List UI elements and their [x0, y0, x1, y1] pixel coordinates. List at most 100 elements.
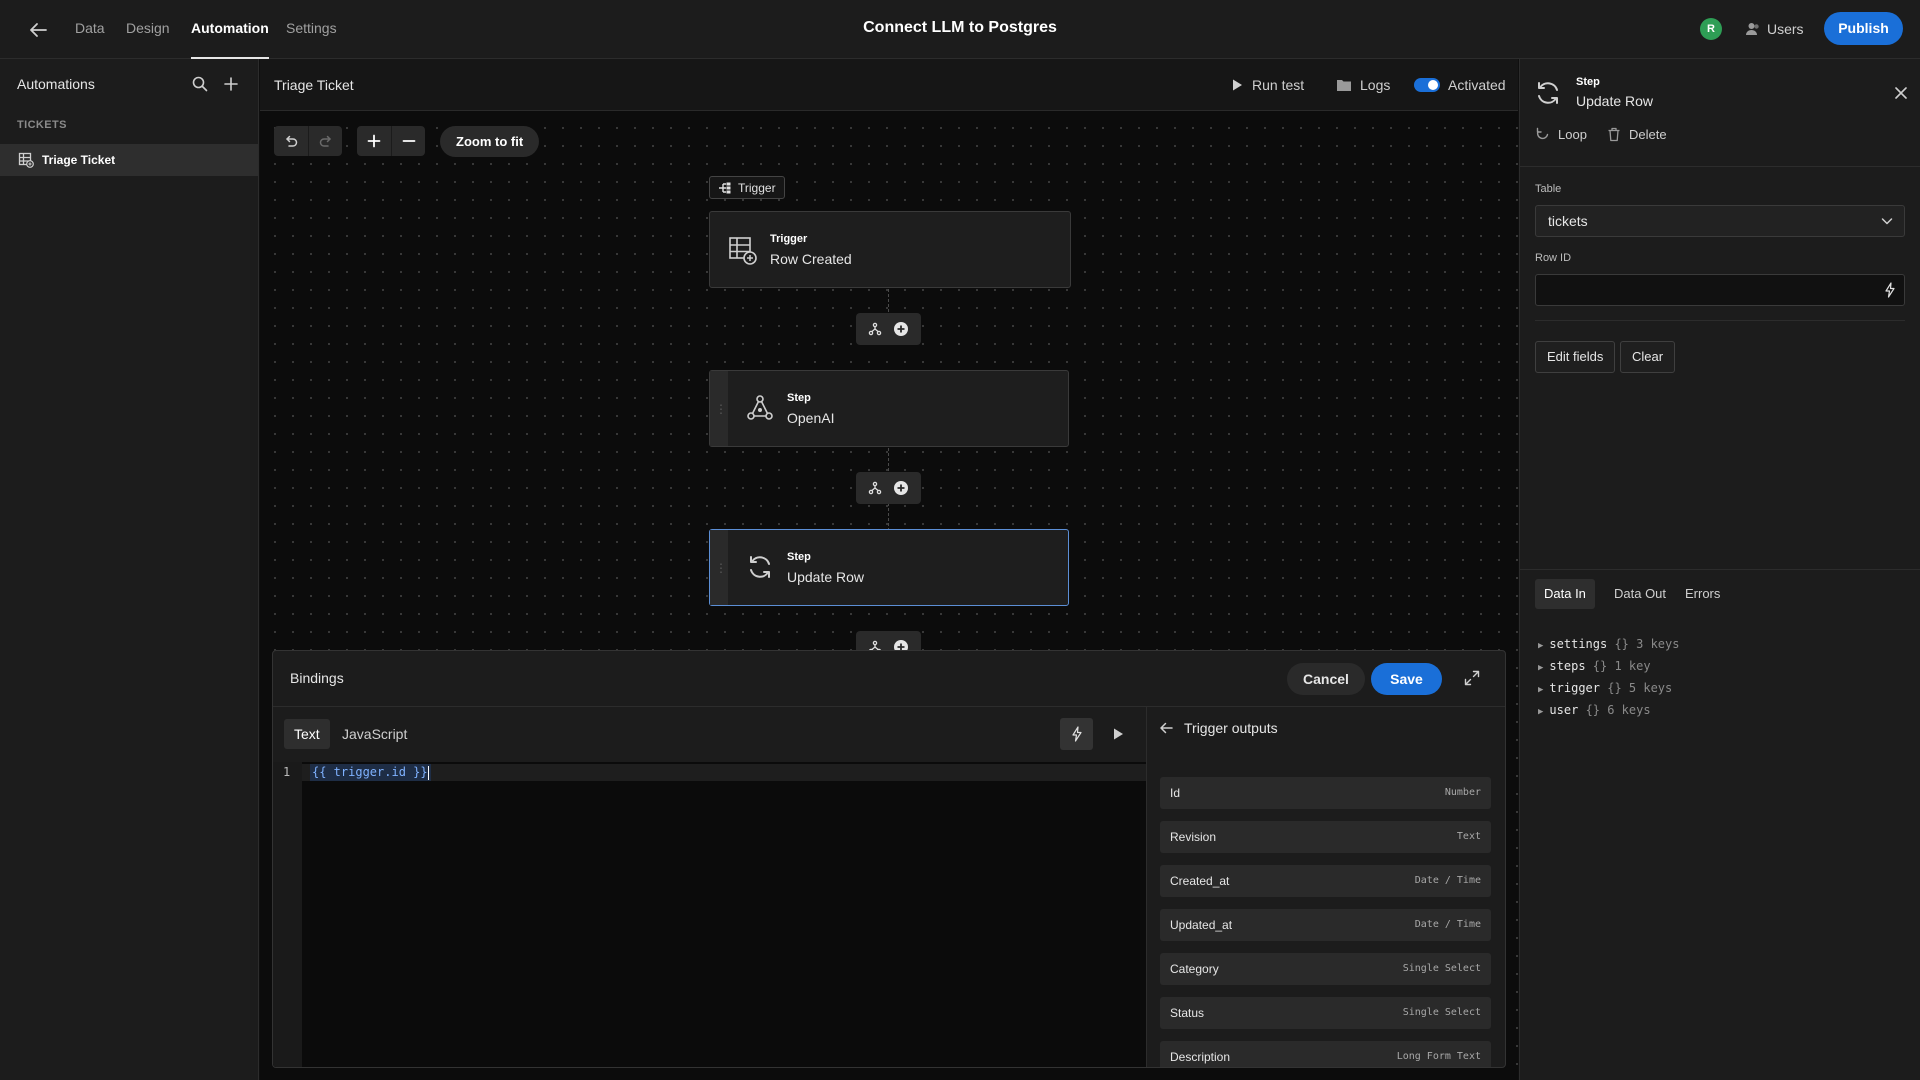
cancel-button[interactable]: Cancel	[1287, 663, 1365, 695]
nav-tab-data[interactable]: Data	[75, 0, 105, 59]
undo-icon	[283, 133, 299, 149]
expand-icon[interactable]	[1463, 669, 1481, 687]
branch-icon[interactable]	[868, 481, 882, 495]
output-row[interactable]: Updated_at Date / Time	[1160, 909, 1491, 941]
zoom-out-button[interactable]	[391, 126, 425, 156]
tree-row[interactable]: ▶ steps {} 1 key	[1538, 659, 1651, 673]
automations-sidebar: Automations TICKETS Triage Ticket	[0, 59, 259, 1080]
output-name: Category	[1170, 962, 1219, 976]
trash-icon	[1607, 127, 1621, 142]
close-icon[interactable]	[1893, 85, 1909, 101]
run-test-button[interactable]: Run test	[1230, 75, 1304, 95]
step-config-panel: Step Update Row Loop Delete Table ticket…	[1519, 59, 1920, 1080]
node-kind-label: Trigger	[770, 233, 808, 245]
output-row[interactable]: Revision Text	[1160, 821, 1491, 853]
output-row[interactable]: Category Single Select	[1160, 953, 1491, 985]
table-select[interactable]: tickets	[1535, 205, 1905, 237]
line-number: 1	[283, 765, 291, 779]
nav-tab-settings[interactable]: Settings	[286, 0, 337, 59]
bindings-panel: Bindings Cancel Save Text JavaScript 1 {…	[272, 650, 1506, 1068]
tree-row[interactable]: ▶ settings {} 3 keys	[1538, 637, 1679, 651]
output-type: Long Form Text	[1396, 1051, 1481, 1062]
expand-arrow-icon: ▶	[1538, 663, 1544, 673]
tab-data-out[interactable]: Data Out	[1605, 579, 1675, 609]
zoom-in-button[interactable]	[357, 126, 391, 156]
divider	[1520, 569, 1920, 570]
play-icon	[1230, 78, 1244, 92]
publish-button[interactable]: Publish	[1824, 12, 1903, 45]
lightning-icon	[1071, 726, 1083, 742]
code-line[interactable]: {{ trigger.id }}	[310, 764, 431, 781]
loop-icon	[1535, 127, 1550, 142]
logs-label: Logs	[1360, 77, 1391, 93]
tree-key: steps	[1549, 659, 1586, 673]
logs-button[interactable]: Logs	[1336, 75, 1390, 95]
tree-key: settings	[1549, 637, 1608, 651]
row-id-input[interactable]	[1535, 274, 1905, 306]
run-binding-button[interactable]	[1102, 718, 1134, 750]
step-kind: Step	[1576, 76, 1600, 88]
add-automation-icon[interactable]	[222, 75, 240, 93]
trigger-icon	[718, 182, 732, 194]
branch-icon[interactable]	[868, 322, 882, 336]
sidebar-item-triage-ticket[interactable]: Triage Ticket	[0, 144, 258, 176]
undo-button[interactable]	[274, 126, 308, 156]
trigger-outputs-back[interactable]: Trigger outputs	[1158, 720, 1278, 736]
divider	[1520, 166, 1920, 167]
output-name: Updated_at	[1170, 918, 1233, 932]
output-type: Date / Time	[1414, 919, 1481, 930]
chevron-down-icon	[1881, 216, 1893, 226]
output-type: Date / Time	[1414, 875, 1481, 886]
tree-meta: {} 6 keys	[1585, 703, 1651, 717]
back-arrow-icon[interactable]	[26, 18, 50, 42]
zoom-to-fit-button[interactable]: Zoom to fit	[440, 126, 540, 157]
output-name: Created_at	[1170, 874, 1230, 888]
flow-node-trigger[interactable]: Trigger Row Created	[709, 211, 1071, 288]
flow-node-update-row[interactable]: Step Update Row	[709, 529, 1069, 606]
clear-button[interactable]: Clear	[1620, 341, 1676, 373]
delete-button[interactable]: Delete	[1607, 127, 1667, 142]
code-editor[interactable]: 1 {{ trigger.id }}	[273, 762, 1146, 1067]
bindings-bolt-button[interactable]	[1060, 718, 1093, 750]
top-bar: Data Design Automation Settings Connect …	[0, 0, 1920, 59]
run-test-label: Run test	[1252, 77, 1305, 93]
output-row[interactable]: Id Number	[1160, 777, 1491, 809]
edit-fields-button[interactable]: Edit fields	[1535, 341, 1616, 373]
tab-errors[interactable]: Errors	[1676, 579, 1729, 609]
users-button[interactable]: Users	[1745, 18, 1804, 40]
trigger-chip-label: Trigger	[738, 180, 776, 195]
redo-button[interactable]	[308, 126, 342, 156]
output-row[interactable]: Status Single Select	[1160, 997, 1491, 1029]
sidebar-section-label: TICKETS	[17, 119, 67, 131]
delete-label: Delete	[1629, 127, 1667, 142]
tab-text[interactable]: Text	[284, 719, 330, 749]
output-name: Id	[1170, 786, 1181, 800]
search-icon[interactable]	[191, 75, 209, 93]
undo-redo-group	[274, 126, 342, 156]
output-row[interactable]: Created_at Date / Time	[1160, 865, 1491, 897]
drag-handle[interactable]	[710, 371, 728, 446]
minus-icon	[402, 134, 416, 148]
save-button[interactable]: Save	[1371, 663, 1442, 695]
toggle-switch[interactable]	[1414, 78, 1440, 92]
tab-javascript[interactable]: JavaScript	[332, 719, 417, 749]
activated-toggle[interactable]: Activated	[1414, 75, 1506, 95]
tree-row[interactable]: ▶ trigger {} 5 keys	[1538, 681, 1672, 695]
redo-icon	[318, 133, 334, 149]
flow-node-openai[interactable]: Step OpenAI	[709, 370, 1069, 447]
loop-button[interactable]: Loop	[1535, 127, 1587, 142]
activated-label: Activated	[1448, 77, 1506, 93]
back-arrow-icon	[1158, 720, 1174, 736]
tree-row[interactable]: ▶ user {} 6 keys	[1538, 703, 1651, 717]
add-step-icon[interactable]	[893, 321, 909, 337]
drag-handle[interactable]	[710, 530, 728, 605]
node-actions	[856, 472, 921, 504]
lightning-icon[interactable]	[1884, 282, 1896, 298]
add-step-icon[interactable]	[893, 480, 909, 496]
tab-data-in[interactable]: Data In	[1535, 579, 1595, 609]
avatar[interactable]: R	[1700, 18, 1722, 40]
nav-tab-automation[interactable]: Automation	[191, 0, 269, 59]
output-row[interactable]: Description Long Form Text	[1160, 1041, 1491, 1067]
output-type: Single Select	[1402, 1007, 1481, 1018]
nav-tab-design[interactable]: Design	[126, 0, 170, 59]
